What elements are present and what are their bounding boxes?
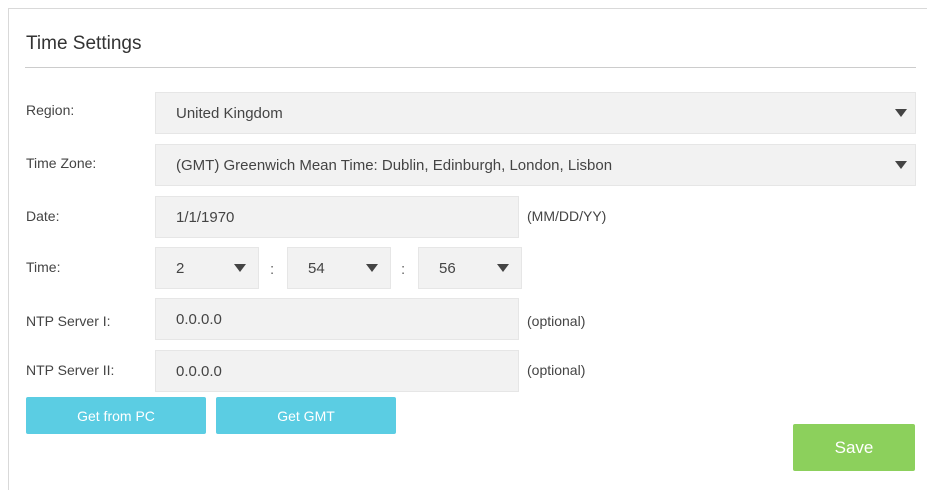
chevron-down-icon (234, 264, 246, 272)
time-separator: : (270, 261, 275, 278)
chevron-down-icon (895, 161, 907, 169)
ntp-server-2-hint: (optional) (527, 362, 586, 378)
timezone-select[interactable]: (GMT) Greenwich Mean Time: Dublin, Edinb… (155, 144, 916, 186)
date-label: Date: (26, 208, 60, 224)
date-input[interactable]: 1/1/1970 (155, 196, 519, 238)
timezone-label: Time Zone: (26, 155, 97, 171)
ntp-server-2-value: 0.0.0.0 (176, 362, 222, 380)
timezone-value: (GMT) Greenwich Mean Time: Dublin, Edinb… (176, 156, 613, 174)
chevron-down-icon (497, 264, 509, 272)
ntp-server-1-input[interactable]: 0.0.0.0 (155, 298, 519, 340)
second-select[interactable]: 56 (418, 247, 522, 289)
hour-value: 2 (176, 259, 185, 277)
ntp-server-1-value: 0.0.0.0 (176, 310, 222, 328)
region-label: Region: (26, 102, 75, 118)
get-from-pc-button[interactable]: Get from PC (26, 397, 206, 434)
ntp-server-2-input[interactable]: 0.0.0.0 (155, 350, 519, 392)
second-value: 56 (439, 259, 456, 277)
get-gmt-button[interactable]: Get GMT (216, 397, 396, 434)
ntp-server-1-label: NTP Server I: (26, 313, 111, 329)
chevron-down-icon (895, 109, 907, 117)
page-title: Time Settings (26, 33, 142, 54)
minute-value: 54 (308, 259, 325, 277)
chevron-down-icon (366, 264, 378, 272)
ntp-server-1-hint: (optional) (527, 313, 586, 329)
date-format-hint: (MM/DD/YY) (527, 208, 607, 224)
time-separator: : (401, 261, 406, 278)
title-divider (25, 67, 916, 68)
save-button[interactable]: Save (793, 424, 915, 471)
region-value: United Kingdom (176, 104, 283, 122)
hour-select[interactable]: 2 (155, 247, 259, 289)
time-label: Time: (26, 259, 61, 275)
date-value: 1/1/1970 (176, 208, 235, 226)
minute-select[interactable]: 54 (287, 247, 391, 289)
region-select[interactable]: United Kingdom (155, 92, 916, 134)
ntp-server-2-label: NTP Server II: (26, 362, 115, 378)
